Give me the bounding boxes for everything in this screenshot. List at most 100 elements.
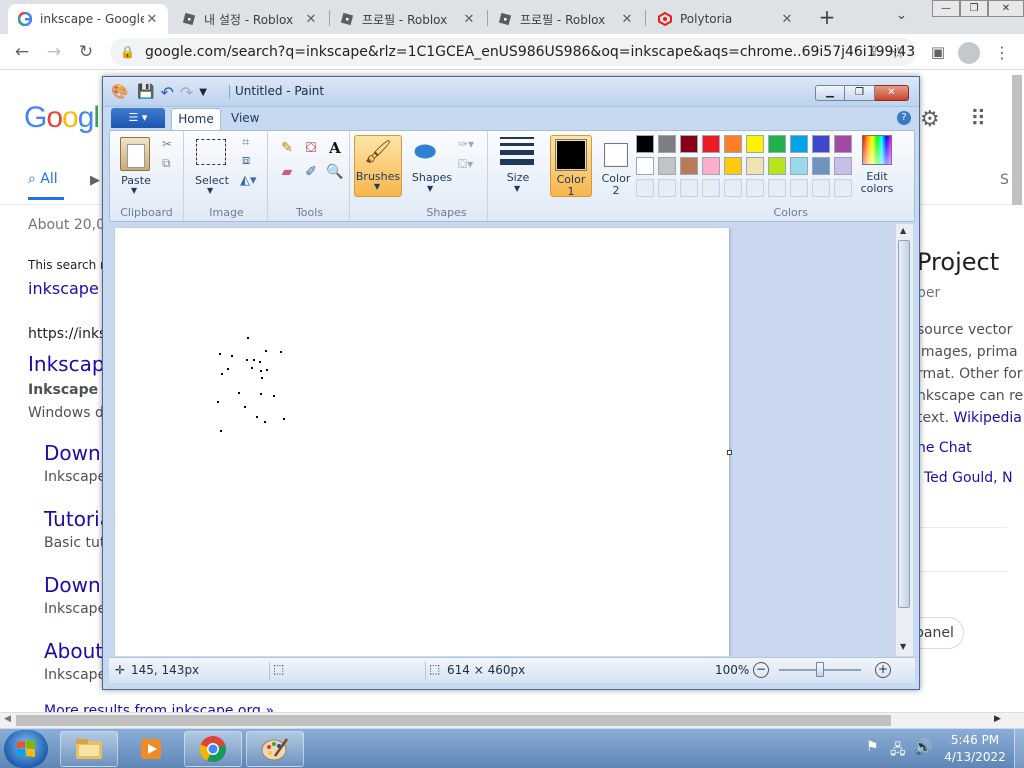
more-results-link[interactable]: More results from inkscape.org » — [44, 703, 274, 712]
outline-icon[interactable]: ✑▾ — [458, 137, 474, 151]
taskbar-paint[interactable] — [246, 731, 304, 767]
palette-swatch[interactable] — [746, 157, 764, 175]
size-lines-icon[interactable] — [500, 137, 534, 165]
fill-icon[interactable]: ⛋▾ — [458, 157, 473, 172]
palette-swatch[interactable] — [724, 157, 742, 175]
reload-icon[interactable]: ↻ — [74, 40, 98, 64]
close-tab-icon[interactable]: ✕ — [303, 12, 319, 27]
custom-color-slot[interactable] — [834, 179, 852, 197]
kp-tab-s[interactable]: S — [1000, 172, 1009, 188]
copy-icon[interactable]: ⧉ — [162, 156, 171, 171]
shapes-dropdown-icon[interactable]: ▼ — [427, 184, 433, 193]
canvas-resize-handle[interactable] — [727, 450, 732, 455]
show-desktop-button[interactable] — [1014, 729, 1024, 768]
palette-swatch[interactable] — [812, 157, 830, 175]
paint-minimize-button[interactable]: ▁ — [815, 85, 845, 101]
page-scrollbar-thumb[interactable] — [1012, 75, 1022, 205]
select-dropdown-icon[interactable]: ▼ — [207, 186, 213, 195]
zoom-in-button[interactable]: + — [875, 662, 891, 678]
redo-icon[interactable]: ↷ — [180, 83, 193, 102]
cut-icon[interactable]: ✂ — [162, 137, 172, 151]
share-icon[interactable]: ⇪ — [862, 40, 886, 64]
magnifier-icon[interactable]: 🔍 — [324, 161, 346, 183]
kp-chat-link[interactable]: he Chat — [917, 440, 972, 456]
minimize-button[interactable]: — — [932, 0, 960, 17]
browser-tab-roblox-profile-2[interactable]: 프로필 - Roblox ✕ — [488, 4, 643, 34]
palette-swatch[interactable] — [746, 135, 764, 153]
network-icon[interactable]: 🖧 — [890, 739, 906, 763]
rotate-icon[interactable]: ◭▾ — [240, 173, 257, 188]
tab-all[interactable]: ⌕ All — [28, 171, 58, 187]
browser-tab-google[interactable]: inkscape - Google ✕ — [8, 4, 168, 34]
paint-restore-button[interactable]: ❐ — [845, 85, 875, 101]
shapes-button[interactable]: Shapes — [410, 171, 454, 184]
palette-swatch[interactable] — [680, 157, 698, 175]
action-center-flag-icon[interactable]: ⚑ — [866, 739, 879, 755]
drawing-canvas[interactable] — [115, 228, 729, 656]
crop-icon[interactable]: ⌗ — [242, 135, 249, 150]
side-panel-icon[interactable]: ▣ — [926, 40, 950, 64]
paint-menu-button[interactable]: ☰ ▾ — [111, 108, 165, 128]
chrome-menu-icon[interactable]: ⋮ — [990, 40, 1014, 64]
zoom-slider-thumb[interactable] — [816, 662, 824, 677]
tab-view[interactable]: View — [231, 111, 259, 125]
custom-color-slot[interactable] — [724, 179, 742, 197]
scroll-right-icon[interactable]: ▶ — [994, 714, 1001, 724]
brushes-button[interactable]: 🖌 Brushes ▼ — [354, 135, 402, 197]
clock-time[interactable]: 5:46 PM — [940, 733, 1010, 747]
close-tab-icon[interactable]: ✕ — [144, 12, 160, 27]
paste-clipboard-icon[interactable] — [120, 137, 150, 171]
tab-home[interactable]: Home — [171, 108, 221, 130]
horizontal-scrollbar[interactable]: ◀ ▶ — [0, 712, 1024, 728]
scroll-up-icon[interactable]: ▲ — [900, 226, 906, 235]
palette-swatch[interactable] — [680, 135, 698, 153]
custom-color-slot[interactable] — [812, 179, 830, 197]
close-button[interactable]: ✕ — [988, 0, 1024, 17]
help-icon[interactable]: ? — [897, 111, 911, 125]
select-rectangle-icon[interactable] — [196, 139, 226, 165]
color-picker-icon[interactable]: ✐ — [300, 161, 322, 183]
fill-bucket-icon[interactable]: ⛋ — [300, 137, 322, 159]
custom-color-slot[interactable] — [658, 179, 676, 197]
horizontal-scroll-thumb[interactable] — [16, 715, 891, 726]
address-bar[interactable]: 🔒 google.com/search?q=inkscape&rlz=1C1GC… — [110, 38, 916, 66]
custom-color-slot[interactable] — [636, 179, 654, 197]
palette-swatch[interactable] — [790, 135, 808, 153]
vertical-scroll-thumb[interactable] — [898, 240, 910, 608]
palette-swatch[interactable] — [658, 157, 676, 175]
save-icon[interactable]: 💾 — [137, 84, 154, 100]
text-tool-icon[interactable]: A — [324, 137, 346, 159]
color1-button[interactable]: Color 1 — [550, 135, 592, 198]
custom-color-slot[interactable] — [702, 179, 720, 197]
palette-swatch[interactable] — [636, 157, 654, 175]
palette-swatch[interactable] — [768, 135, 786, 153]
palette-swatch[interactable] — [812, 135, 830, 153]
close-tab-icon[interactable]: ✕ — [779, 12, 795, 27]
palette-swatch[interactable] — [702, 135, 720, 153]
taskbar-chrome[interactable] — [184, 731, 242, 767]
palette-swatch[interactable] — [768, 157, 786, 175]
wikipedia-link[interactable]: Wikipedia — [954, 410, 1022, 426]
volume-icon[interactable]: 🔊 — [914, 738, 933, 756]
sitelink-title[interactable]: Downl — [44, 441, 106, 465]
palette-swatch[interactable] — [834, 157, 852, 175]
settings-gear-icon[interactable]: ⚙ — [920, 107, 940, 132]
palette-swatch[interactable] — [834, 135, 852, 153]
profile-avatar-icon[interactable] — [958, 42, 980, 64]
bookmark-star-icon[interactable]: ☆ — [886, 40, 910, 64]
customize-toolbar-icon[interactable]: ▼ — [199, 87, 207, 98]
custom-color-slot[interactable] — [746, 179, 764, 197]
sitelink-title[interactable]: About — [44, 639, 103, 663]
paint-close-button[interactable]: ✕ — [875, 85, 909, 101]
shapes-icon[interactable]: ⬬ — [414, 137, 436, 168]
pencil-icon[interactable]: ✎ — [276, 137, 298, 159]
taskbar-explorer[interactable] — [60, 731, 118, 767]
forward-arrow-icon[interactable]: → — [42, 40, 66, 64]
clock-date[interactable]: 4/13/2022 — [940, 750, 1010, 764]
palette-swatch[interactable] — [790, 157, 808, 175]
start-button[interactable] — [4, 730, 48, 768]
back-arrow-icon[interactable]: ← — [10, 40, 34, 64]
palette-swatch[interactable] — [724, 135, 742, 153]
restore-button[interactable]: ❐ — [960, 0, 988, 17]
custom-color-slot[interactable] — [768, 179, 786, 197]
